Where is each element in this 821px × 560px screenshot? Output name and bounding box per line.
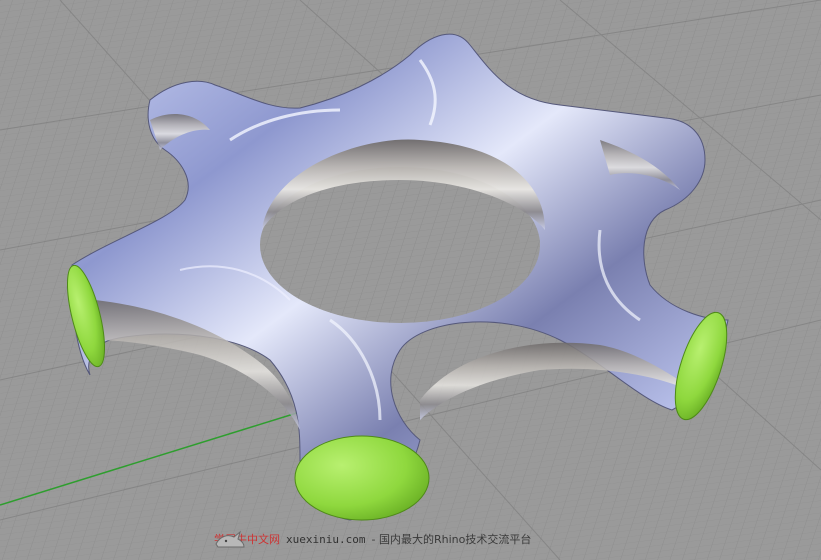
end-cap-front <box>294 435 430 521</box>
perspective-viewport[interactable]: 学犀牛中文网 xuexiniu.com - 国内最大的Rhino技术交流平台 <box>0 0 821 560</box>
watermark: 学犀牛中文网 xuexiniu.com - 国内最大的Rhino技术交流平台 <box>214 528 531 550</box>
watermark-url: xuexiniu.com <box>286 532 366 546</box>
viewport-canvas[interactable] <box>0 0 821 560</box>
rhino-logo-icon <box>215 530 245 548</box>
watermark-tagline: - 国内最大的Rhino技术交流平台 <box>371 533 532 546</box>
